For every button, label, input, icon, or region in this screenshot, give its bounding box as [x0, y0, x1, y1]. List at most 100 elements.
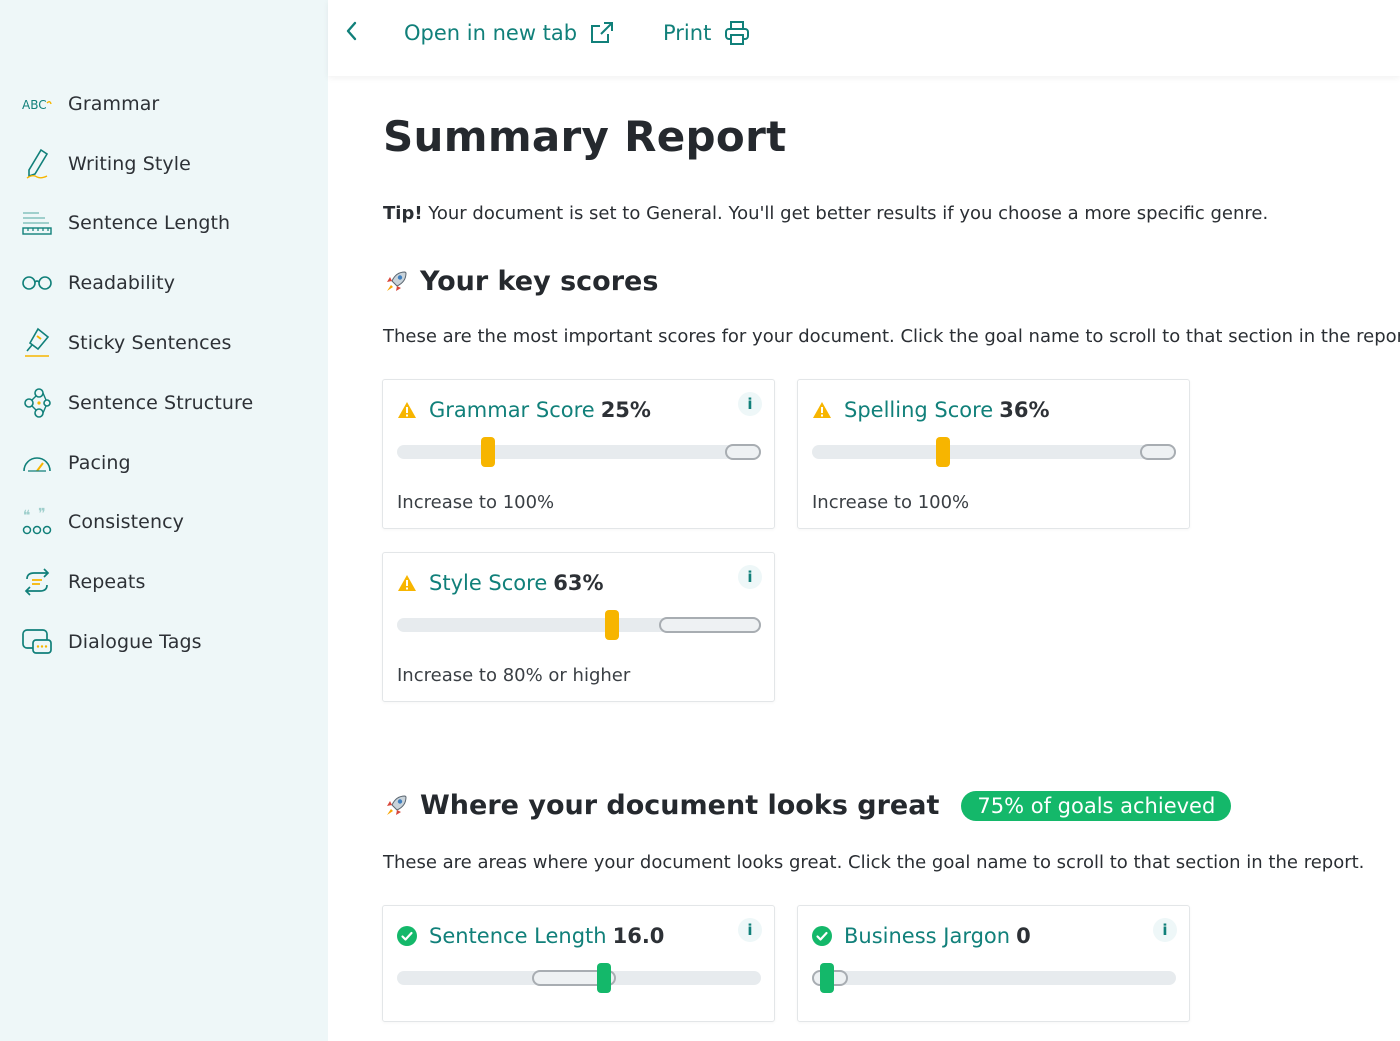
score-goal-text: Increase to 80% or higher — [397, 665, 631, 686]
speech-bubble-icon — [20, 625, 54, 659]
looks-great-heading: Where your document looks great 75% of g… — [383, 790, 1232, 821]
score-slider-track — [812, 437, 1176, 467]
key-scores-description: These are the most important scores for … — [383, 326, 1400, 347]
score-slider-handle — [605, 610, 619, 640]
key-scores-heading: Your key scores — [383, 266, 658, 297]
score-slider-track — [397, 437, 761, 467]
ruler-icon — [20, 206, 54, 240]
tip-text: Your document is set to General. You'll … — [422, 203, 1269, 224]
sidebar-item-label: Consistency — [68, 511, 184, 534]
score-slider-handle — [481, 437, 495, 467]
score-value: 36% — [999, 398, 1050, 422]
goal-card-business-jargon: Business Jargon 0 i — [797, 905, 1190, 1022]
score-value: 25% — [600, 398, 651, 422]
sidebar-item-sentence-length[interactable]: Sentence Length — [0, 194, 328, 254]
score-card-style: Style Score 63% i Increase to 80% or hig… — [382, 552, 775, 702]
target-range — [725, 444, 761, 460]
sidebar-item-sticky-sentences[interactable]: Sticky Sentences — [0, 313, 328, 373]
sidebar-item-label: Writing Style — [68, 152, 191, 175]
chevron-left-icon — [346, 21, 357, 41]
goal-card-sentence-length: Sentence Length 16.0 i — [382, 905, 775, 1022]
open-in-new-tab-label: Open in new tab — [404, 21, 578, 45]
pen-icon — [20, 147, 54, 181]
gauge-icon — [20, 446, 54, 480]
score-card-grammar: Grammar Score 25% i Increase to 100% — [382, 379, 775, 529]
sidebar-item-label: Repeats — [68, 571, 146, 594]
open-in-new-tab-button[interactable]: Open in new tab — [404, 16, 615, 50]
sidebar-item-repeats[interactable]: Repeats — [0, 552, 328, 612]
score-value: 63% — [553, 571, 604, 595]
print-button[interactable]: Print — [663, 16, 751, 50]
sidebar-item-label: Pacing — [68, 451, 131, 474]
sidebar-item-label: Dialogue Tags — [68, 631, 202, 654]
abc-icon: ABC — [20, 87, 54, 121]
sidebar-item-dialogue-tags[interactable]: Dialogue Tags — [0, 612, 328, 672]
structure-icon — [20, 386, 54, 420]
score-goal-text: Increase to 100% — [812, 492, 970, 513]
warning-icon — [397, 573, 417, 593]
score-card-header: Spelling Score 36% — [812, 398, 1049, 422]
score-slider-handle — [936, 437, 950, 467]
sidebar: ABC Grammar Writing Style Sentence Lengt… — [0, 0, 328, 1041]
key-scores-title: Your key scores — [420, 266, 659, 297]
score-name-link[interactable]: Spelling Score — [844, 398, 993, 422]
svg-text:❞: ❞ — [38, 507, 46, 522]
sidebar-item-readability[interactable]: Readability — [0, 253, 328, 313]
glasses-icon — [20, 266, 54, 300]
top-toolbar: Open in new tab Print — [328, 0, 1400, 76]
score-goal-text: Increase to 100% — [397, 492, 555, 513]
check-circle-icon — [812, 926, 832, 946]
goals-achieved-badge: 75% of goals achieved — [961, 790, 1232, 821]
sidebar-item-label: Sticky Sentences — [68, 332, 232, 355]
score-card-header: Grammar Score 25% — [397, 398, 651, 422]
check-circle-icon — [397, 926, 417, 946]
external-link-icon — [591, 22, 614, 43]
sidebar-item-grammar[interactable]: ABC Grammar — [0, 74, 328, 134]
goal-slider-track — [812, 963, 1176, 993]
back-button[interactable] — [336, 16, 366, 46]
genre-tip: Tip! Your document is set to General. Yo… — [383, 203, 1268, 224]
goal-name-link[interactable]: Sentence Length — [429, 924, 607, 948]
score-name-link[interactable]: Grammar Score — [429, 398, 595, 422]
goal-name-link[interactable]: Business Jargon — [844, 924, 1010, 948]
score-card-header: Style Score 63% — [397, 571, 604, 595]
goal-card-header: Business Jargon 0 — [812, 924, 1031, 948]
quotes-icon: ❝ ❞ — [20, 505, 54, 539]
looks-great-title: Where your document looks great — [420, 790, 940, 821]
goal-slider-handle — [597, 963, 611, 993]
target-range — [659, 617, 761, 633]
printer-icon — [725, 21, 750, 45]
sidebar-item-writing-style[interactable]: Writing Style — [0, 134, 328, 194]
goal-card-header: Sentence Length 16.0 — [397, 924, 664, 948]
sidebar-item-pacing[interactable]: Pacing — [0, 433, 328, 493]
svg-text:ABC: ABC — [22, 98, 47, 112]
info-icon[interactable]: i — [738, 392, 762, 416]
target-range — [1140, 444, 1176, 460]
sidebar-item-label: Readability — [68, 272, 176, 295]
goal-value: 16.0 — [612, 924, 665, 948]
sidebar-item-consistency[interactable]: ❝ ❞ Consistency — [0, 493, 328, 553]
goal-slider-handle — [820, 963, 834, 993]
sidebar-item-label: Sentence Structure — [68, 391, 254, 414]
warning-icon — [812, 400, 832, 420]
sidebar-item-label: Grammar — [68, 92, 160, 115]
repeat-icon — [20, 565, 54, 599]
score-card-spelling: Spelling Score 36% Increase to 100% — [797, 379, 1190, 529]
rocket-icon — [387, 270, 407, 291]
score-name-link[interactable]: Style Score — [429, 571, 547, 595]
sidebar-item-label: Sentence Length — [68, 212, 231, 235]
goal-slider-track — [397, 963, 761, 993]
glue-icon — [20, 326, 54, 360]
warning-icon — [397, 400, 417, 420]
goal-value: 0 — [1016, 924, 1031, 948]
sidebar-list: ABC Grammar Writing Style Sentence Lengt… — [0, 74, 328, 672]
info-icon[interactable]: i — [1153, 918, 1177, 942]
print-label: Print — [663, 21, 712, 45]
looks-great-description: These are areas where your document look… — [383, 852, 1365, 873]
sidebar-item-sentence-structure[interactable]: Sentence Structure — [0, 373, 328, 433]
score-slider-track — [397, 610, 761, 640]
rocket-icon — [387, 794, 407, 815]
info-icon[interactable]: i — [738, 918, 762, 942]
svg-text:❝: ❝ — [23, 508, 31, 524]
info-icon[interactable]: i — [738, 565, 762, 589]
